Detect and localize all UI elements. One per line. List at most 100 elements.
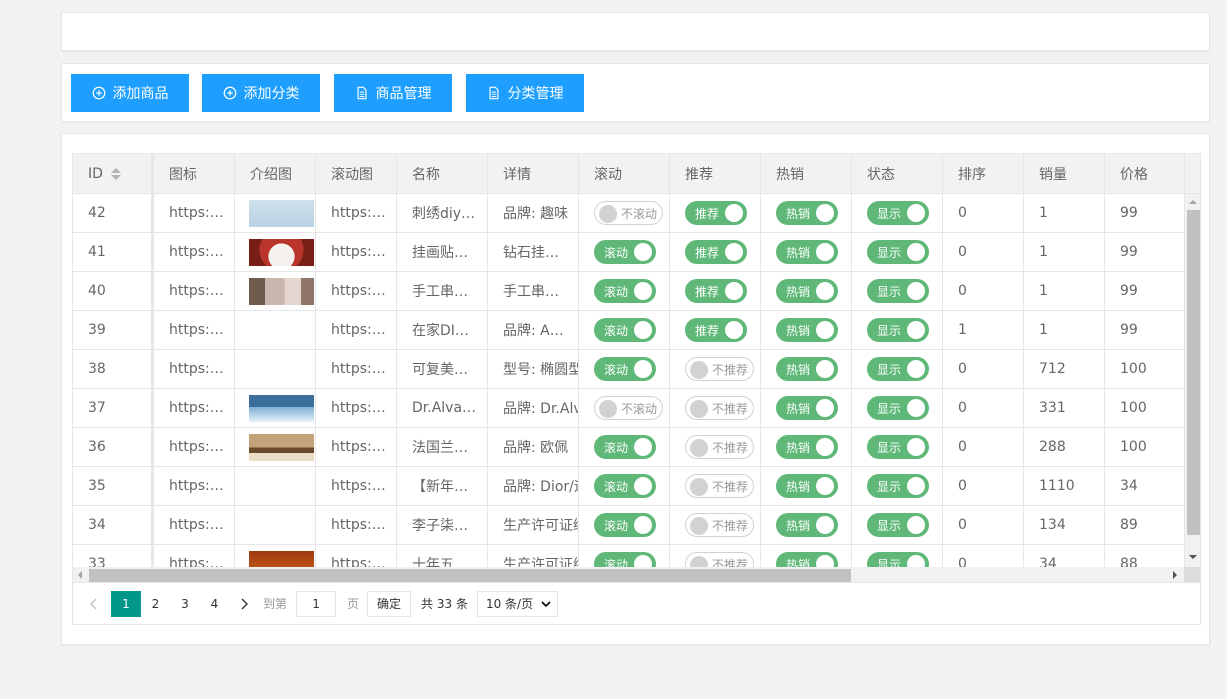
recommend-toggle[interactable]: 不推荐 <box>685 552 754 567</box>
cell-status: 显示 <box>852 311 943 349</box>
intro-thumbnail[interactable] <box>249 550 314 567</box>
page-button-2[interactable]: 2 <box>141 591 170 617</box>
goto-page-input[interactable]: 1 <box>296 590 337 617</box>
status-toggle[interactable]: 显示 <box>867 240 929 264</box>
intro-thumbnail[interactable] <box>249 433 314 461</box>
hot-toggle[interactable]: 热销 <box>776 513 838 537</box>
intro-thumbnail[interactable] <box>249 277 314 305</box>
cell-icon: https:… <box>154 194 235 232</box>
recommend-toggle[interactable]: 推荐 <box>685 201 747 225</box>
scroll-toggle[interactable]: 滚动 <box>594 279 656 303</box>
table-row[interactable]: 42 https:… https:… 刺绣diy… 品牌: 趣味 不滚动 推荐 热销 显示 0 1 9… <box>73 194 1184 233</box>
hot-toggle[interactable]: 热销 <box>776 396 838 420</box>
hot-toggle[interactable]: 热销 <box>776 435 838 459</box>
scroll-toggle[interactable]: 不滚动 <box>594 201 663 225</box>
table-row[interactable]: 40 https:… https:… 手工串… 手工串… 滚动 推荐 热销 显示 0 1 99 <box>73 272 1184 311</box>
scroll-up-arrow-icon[interactable] <box>1189 200 1197 204</box>
recommend-toggle[interactable]: 推荐 <box>685 240 747 264</box>
table-body[interactable]: 42 https:… https:… 刺绣diy… 品牌: 趣味 不滚动 推荐 热销 显示 0 1 9… <box>73 194 1184 567</box>
toggle-knob <box>816 321 834 339</box>
status-toggle[interactable]: 显示 <box>867 357 929 381</box>
column-header-label: 详情 <box>503 166 531 183</box>
scroll-toggle[interactable]: 滚动 <box>594 318 656 342</box>
hot-toggle[interactable]: 热销 <box>776 279 838 303</box>
horizontal-scroll-thumb[interactable] <box>89 569 851 582</box>
page-unit-label: 页 <box>347 597 360 611</box>
add-category-button[interactable]: 添加分类 <box>202 74 320 112</box>
recommend-toggle[interactable]: 推荐 <box>685 318 747 342</box>
table-row[interactable]: 33 https:… https:… 十年五… 生产许可证编 滚动 不推荐 热销 显示 0 34 88 <box>73 545 1184 567</box>
hot-toggle[interactable]: 热销 <box>776 357 838 381</box>
recommend-toggle[interactable]: 不推荐 <box>685 435 754 459</box>
recommend-toggle[interactable]: 不推荐 <box>685 396 754 420</box>
cell-text: 品牌: 欧佩 <box>503 440 569 456</box>
status-toggle[interactable]: 显示 <box>867 435 929 459</box>
vertical-scrollbar[interactable] <box>1184 194 1200 567</box>
status-toggle[interactable]: 显示 <box>867 279 929 303</box>
cell-intro-image <box>235 194 316 232</box>
scroll-toggle-label: 滚动 <box>604 518 629 533</box>
intro-thumbnail[interactable] <box>249 394 314 422</box>
status-toggle[interactable]: 显示 <box>867 396 929 420</box>
scroll-down-arrow-icon[interactable] <box>1189 555 1197 559</box>
scroll-toggle[interactable]: 不滚动 <box>594 396 663 420</box>
page-button-1[interactable]: 1 <box>111 590 141 617</box>
vertical-scroll-thumb[interactable] <box>1187 210 1200 535</box>
status-toggle[interactable]: 显示 <box>867 552 929 567</box>
intro-thumbnail[interactable] <box>249 199 314 227</box>
table-row[interactable]: 34 https:… https:… 李子柒… 生产许可证编 滚动 不推荐 热销 显示 0 134 8… <box>73 506 1184 545</box>
table-row[interactable]: 41 https:… https:… 挂画贴… 钻石挂… 滚动 推荐 热销 显示 0 1 99 <box>73 233 1184 272</box>
sort-icon[interactable] <box>110 167 121 180</box>
hot-toggle[interactable]: 热销 <box>776 201 838 225</box>
recommend-toggle-label: 不推荐 <box>712 440 749 455</box>
table-row[interactable]: 38 https:… https:… 可复美… 型号: 椭圆型 滚动 不推荐 热销 显示 0 712… <box>73 350 1184 389</box>
scroll-left-arrow-icon[interactable] <box>78 571 82 579</box>
scroll-right-arrow-icon[interactable] <box>1173 571 1177 579</box>
manage-categories-button[interactable]: 分类管理 <box>466 74 584 112</box>
column-header-id[interactable]: ID <box>73 154 154 193</box>
cell-text: 手工串… <box>412 284 468 300</box>
page-button-4[interactable]: 4 <box>200 591 229 617</box>
cell-intro-image <box>235 506 316 544</box>
goto-confirm-button[interactable]: 确定 <box>367 590 412 617</box>
cell-text: 99 <box>1120 244 1138 260</box>
cell-hot: 热销 <box>761 428 852 466</box>
status-toggle[interactable]: 显示 <box>867 318 929 342</box>
prev-page-icon[interactable] <box>81 591 107 617</box>
next-page-icon[interactable] <box>231 591 257 617</box>
hot-toggle[interactable]: 热销 <box>776 552 838 567</box>
recommend-toggle[interactable]: 推荐 <box>685 279 747 303</box>
status-toggle[interactable]: 显示 <box>867 201 929 225</box>
status-toggle[interactable]: 显示 <box>867 474 929 498</box>
table-row[interactable]: 36 https:… https:… 法国兰… 品牌: 欧佩 滚动 不推荐 热销 显示 0 288 1… <box>73 428 1184 467</box>
cell-text: https:… <box>331 205 386 221</box>
manage-products-button[interactable]: 商品管理 <box>334 74 452 112</box>
recommend-toggle[interactable]: 不推荐 <box>685 357 754 381</box>
hot-toggle[interactable]: 热销 <box>776 474 838 498</box>
add-product-button[interactable]: 添加商品 <box>71 74 189 112</box>
page-size-select[interactable]: 10 条/页 <box>476 590 559 617</box>
recommend-toggle[interactable]: 不推荐 <box>685 474 754 498</box>
page-button-3[interactable]: 3 <box>170 591 200 617</box>
cell-status: 显示 <box>852 506 943 544</box>
recommend-toggle[interactable]: 不推荐 <box>685 513 754 537</box>
table-row[interactable]: 35 https:… https:… 【新年… 品牌: Dior/迪 滚动 不推荐 热销 显示 0… <box>73 467 1184 506</box>
scroll-toggle[interactable]: 滚动 <box>594 474 656 498</box>
status-toggle[interactable]: 显示 <box>867 513 929 537</box>
hot-toggle[interactable]: 热销 <box>776 240 838 264</box>
cell-text: https:… <box>331 400 386 416</box>
horizontal-scrollbar[interactable] <box>73 567 1184 582</box>
cell-text: 0 <box>958 205 967 221</box>
hot-toggle[interactable]: 热销 <box>776 318 838 342</box>
scroll-toggle[interactable]: 滚动 <box>594 513 656 537</box>
scroll-toggle[interactable]: 滚动 <box>594 435 656 459</box>
table-row[interactable]: 39 https:… https:… 在家DI… 品牌: A… 滚动 推荐 热销 显示 1 1 99 <box>73 311 1184 350</box>
intro-thumbnail[interactable] <box>249 238 314 266</box>
toggle-knob <box>816 399 834 417</box>
scroll-toggle[interactable]: 滚动 <box>594 552 656 567</box>
table-row[interactable]: 37 https:… https:… Dr.Alva… 品牌: Dr.Alva 不滚动 不推… <box>73 389 1184 428</box>
scroll-toggle[interactable]: 滚动 <box>594 357 656 381</box>
cell-scroll: 不滚动 <box>579 389 670 427</box>
scroll-toggle[interactable]: 滚动 <box>594 240 656 264</box>
column-header-label: ID <box>88 165 103 182</box>
